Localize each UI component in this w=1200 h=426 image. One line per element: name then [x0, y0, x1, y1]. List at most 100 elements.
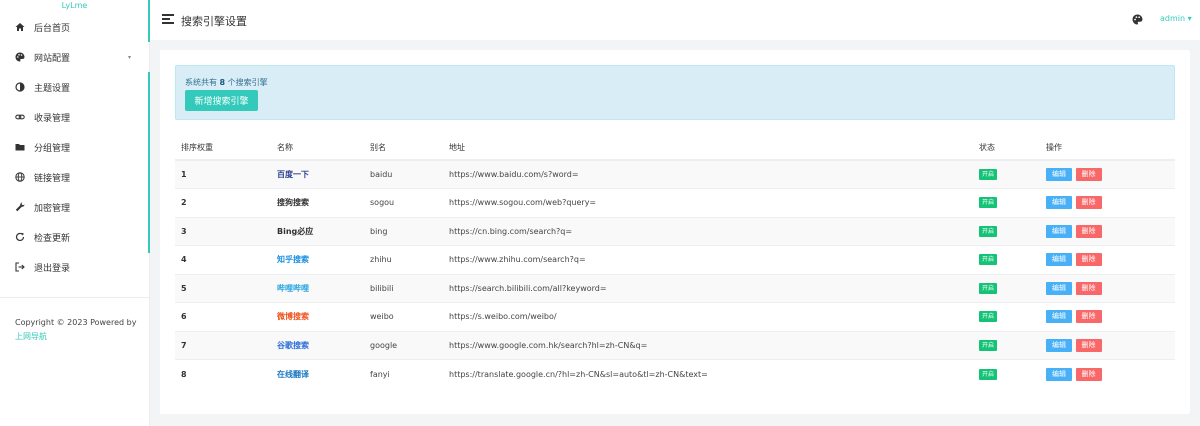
sidebar-item-dashboard[interactable]: 后台首页	[0, 0, 150, 42]
user-name: admin	[1160, 14, 1186, 23]
status-badge[interactable]: 开启	[979, 169, 998, 180]
edit-button[interactable]: 编辑	[1046, 253, 1072, 267]
sidebar-item-logout[interactable]: 退出登录	[0, 252, 149, 282]
table-row: 8 在线翻译 fanyi https://translate.google.cn/?h…	[175, 359, 1175, 388]
actions-cell: 编辑 删除	[1040, 302, 1175, 331]
table-row: 3 Bing必应 bing https://cn.bing.com/search?q=…	[175, 216, 1175, 246]
sidebar-item-groups[interactable]: 分组管理	[0, 132, 149, 162]
brand-logo[interactable]: LyLme	[0, 0, 149, 12]
palette-icon[interactable]	[1132, 14, 1143, 25]
table-row: 5 哔哩哔哩 bilibili https://search.bilibili.com…	[175, 273, 1175, 303]
status-badge[interactable]: 开启	[979, 197, 998, 209]
table-row: 1 百度一下 baidu https://www.baidu.com/s?word= 开…	[175, 159, 1175, 189]
edit-button[interactable]: 编辑	[1046, 281, 1072, 295]
actions-cell: 编辑 删除	[1040, 273, 1175, 303]
rank-cell: 5	[175, 273, 271, 303]
column-header: 名称	[271, 135, 364, 161]
actions-cell: 编辑 删除	[1040, 245, 1175, 274]
engine-count-text: 系统共有 8 个搜索引擎	[185, 78, 268, 87]
sidebar-item-label: 分组管理	[34, 143, 71, 154]
rank-cell: 4	[175, 245, 271, 274]
info-alert: 系统共有 8 个搜索引擎 新增搜索引擎	[175, 65, 1175, 120]
link-icon	[15, 112, 25, 122]
contrast-icon	[15, 82, 25, 92]
status-badge[interactable]: 开启	[979, 339, 998, 351]
table-header-row: 排序权重 名称 别名 地址 状态 操作	[175, 135, 1175, 161]
status-cell: 开启	[973, 273, 1040, 303]
status-badge[interactable]: 开启	[979, 254, 998, 266]
table-body: 1 百度一下 baidu https://www.baidu.com/s?word= 开…	[175, 159, 1175, 388]
column-header: 别名	[364, 135, 443, 161]
copyright-link[interactable]: 上网导航	[15, 332, 47, 341]
url-cell: https://search.bilibili.com/all?keyword=	[443, 273, 973, 303]
name-cell: 哔哩哔哩	[271, 273, 364, 303]
name-cell: 谷歌搜索	[271, 330, 364, 360]
status-cell: 开启	[973, 159, 1040, 189]
chevron-down-icon: ▾	[127, 54, 131, 61]
active-group-indicator	[148, 72, 150, 253]
status-badge[interactable]: 开启	[979, 225, 998, 237]
edit-button[interactable]: 编辑	[1046, 367, 1072, 381]
delete-button[interactable]: 删除	[1075, 253, 1102, 267]
sidebar-item-label: 退出登录	[34, 263, 71, 274]
copyright-text: Copyright © 2023 Powered by	[15, 318, 137, 327]
edit-button[interactable]: 编辑	[1046, 168, 1072, 181]
name-cell: Bing必应	[271, 216, 364, 246]
sidebar-item-check-update[interactable]: 检查更新	[0, 222, 149, 252]
alias-cell: bing	[364, 216, 443, 246]
delete-button[interactable]: 删除	[1075, 367, 1102, 381]
edit-button[interactable]: 编辑	[1046, 224, 1072, 238]
status-badge[interactable]: 开启	[979, 368, 998, 380]
alias-cell: bilibili	[364, 273, 443, 303]
add-search-engine-button[interactable]: 新增搜索引擎	[185, 90, 258, 111]
delete-button[interactable]: 删除	[1075, 281, 1102, 295]
delete-button[interactable]: 删除	[1075, 168, 1102, 181]
column-header: 操作	[1040, 135, 1175, 161]
sidebar-item-label: 加密管理	[34, 203, 71, 214]
alias-cell: baidu	[364, 159, 443, 189]
url-cell: https://www.baidu.com/s?word=	[443, 159, 973, 189]
status-badge[interactable]: 开启	[979, 282, 998, 294]
url-cell: https://www.zhihu.com/search?q=	[443, 245, 973, 274]
sidebar-item-label: 后台首页	[34, 23, 71, 34]
status-badge[interactable]: 开启	[979, 311, 998, 323]
url-cell: https://www.sogou.com/web?query=	[443, 188, 973, 217]
wrench-icon	[15, 202, 25, 212]
menu-toggle-icon[interactable]	[162, 14, 174, 24]
folder-icon	[15, 142, 25, 152]
name-cell: 搜狗搜索	[271, 188, 364, 217]
status-cell: 开启	[973, 330, 1040, 360]
edit-button[interactable]: 编辑	[1046, 310, 1072, 324]
name-cell: 知乎搜索	[271, 245, 364, 274]
edit-button[interactable]: 编辑	[1046, 338, 1072, 352]
alias-cell: fanyi	[364, 359, 443, 388]
edit-button[interactable]: 编辑	[1046, 196, 1072, 210]
table-row: 4 知乎搜索 zhihu https://www.zhihu.com/search?q…	[175, 245, 1175, 274]
column-header: 排序权重	[175, 135, 271, 161]
actions-cell: 编辑 删除	[1040, 159, 1175, 189]
sidebar-item-links[interactable]: 链接管理	[0, 162, 149, 192]
table-row: 2 搜狗搜索 sogou https://www.sogou.com/web?quer…	[175, 188, 1175, 217]
delete-button[interactable]: 删除	[1075, 338, 1102, 352]
delete-button[interactable]: 删除	[1075, 224, 1102, 238]
sidebar-item-site-config[interactable]: 网站配置 ▾	[0, 42, 149, 72]
chevron-down-icon: ▾	[1185, 14, 1192, 23]
status-cell: 开启	[973, 216, 1040, 246]
name-cell: 在线翻译	[271, 359, 364, 388]
alias-cell: sogou	[364, 188, 443, 217]
rank-cell: 2	[175, 188, 271, 217]
sidebar-item-encryption[interactable]: 加密管理	[0, 192, 149, 222]
delete-button[interactable]: 删除	[1075, 196, 1102, 210]
rank-cell: 1	[175, 159, 271, 189]
status-cell: 开启	[973, 359, 1040, 388]
rank-cell: 8	[175, 359, 271, 388]
sidebar-item-label: 网站配置	[34, 53, 71, 64]
sidebar-item-theme[interactable]: 主题设置	[0, 72, 149, 102]
user-menu[interactable]: admin ▾	[1160, 14, 1192, 23]
delete-button[interactable]: 删除	[1075, 310, 1102, 324]
top-header: 搜索引擎设置 admin ▾	[150, 0, 1200, 40]
actions-cell: 编辑 删除	[1040, 359, 1175, 388]
rank-cell: 3	[175, 216, 271, 246]
sidebar-item-submissions[interactable]: 收录管理	[0, 102, 149, 132]
sidebar-nav: 后台首页 网站配置 ▾ 主题设置 收录管理 分组管理 链接管理 加密管理 检查更…	[0, 0, 150, 282]
